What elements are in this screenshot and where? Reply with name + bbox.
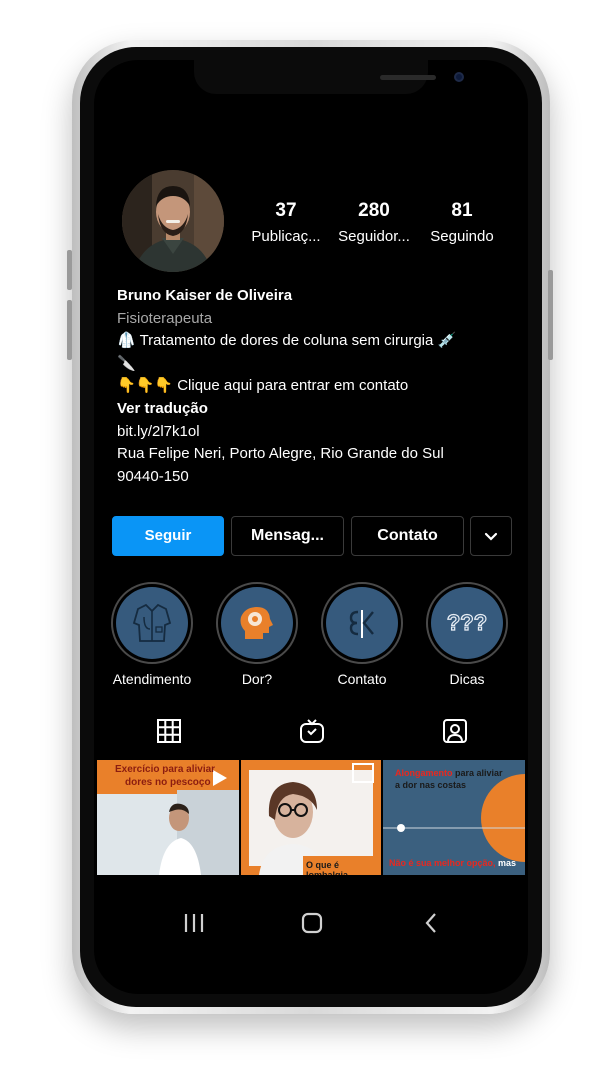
back-icon[interactable] [423, 912, 439, 934]
profile-link[interactable]: bit.ly/2l7k1ol [117, 421, 512, 444]
translate-link[interactable]: Ver tradução [117, 398, 512, 421]
screen: 37 Publicaç... 280 Seguidor... 81 Seguin… [94, 60, 528, 994]
stat-value: 81 [451, 200, 473, 221]
post-footer-highlight: Não é sua melhor opção, [389, 858, 496, 868]
highlight-ring [321, 582, 403, 664]
chevron-down-icon [484, 532, 498, 541]
highlight-contato[interactable]: Contato [307, 582, 417, 687]
contact-button[interactable]: Contato [351, 516, 464, 556]
post-title: dores no pescoço [125, 777, 211, 788]
highlight-atendimento[interactable]: Atendimento [97, 582, 207, 687]
logo-bk-icon [349, 610, 374, 638]
follow-button[interactable]: Seguir [112, 516, 224, 556]
bio-line: 👇👇👇 Clique aqui para entrar em contato [117, 377, 409, 395]
stat-value: 37 [275, 200, 297, 221]
bio-line: 🔪 [117, 354, 136, 372]
post-title: Exercício para aliviar [115, 764, 216, 775]
post-title: a dor nas costas [395, 780, 467, 790]
post-thumbnail[interactable]: Alongamento para aliviar a dor nas costa… [383, 760, 525, 875]
post-thumbnail[interactable]: Exercício para aliviar dores no pescoço [97, 760, 239, 875]
stat-label: Seguindo [430, 228, 494, 245]
svg-text:???: ??? [447, 610, 487, 635]
head-brain-icon [240, 607, 273, 639]
post-title-highlight: Alongamento [395, 768, 453, 778]
post-footer: Não é sua melhor opção, mas [389, 858, 516, 868]
volume-button [67, 300, 72, 360]
profile-bio: Bruno Kaiser de Oliveira Fisioterapeuta … [117, 285, 512, 488]
avatar[interactable] [122, 170, 224, 272]
post-footer-rest: mas [495, 858, 517, 868]
camera-icon [454, 72, 464, 82]
stat-posts[interactable]: 37 Publicaç... [244, 200, 328, 245]
lab-coat-icon [132, 603, 172, 642]
grid-icon[interactable] [156, 718, 182, 744]
highlight-ring [111, 582, 193, 664]
speaker [380, 75, 436, 80]
stat-followers[interactable]: 280 Seguidor... [332, 200, 416, 245]
volume-button [67, 250, 72, 290]
profile-category: Fisioterapeuta [117, 309, 213, 327]
stat-value: 280 [358, 200, 390, 221]
stat-following[interactable]: 81 Seguindo [420, 200, 504, 245]
power-button [548, 270, 553, 360]
question-marks-icon: ??? [446, 609, 488, 635]
highlight-label: Contato [337, 671, 387, 687]
post-title: Alongamento para aliviar [395, 768, 503, 778]
recent-apps-icon[interactable] [182, 912, 206, 934]
bio-line: 🥼 Tratamento de dores de coluna sem ciru… [117, 332, 457, 350]
profile-name: Bruno Kaiser de Oliveira [117, 287, 293, 304]
tagged-icon[interactable] [442, 718, 468, 744]
post-title-rest: para aliviar [452, 768, 503, 778]
stat-label: Seguidor... [338, 228, 410, 245]
address-line[interactable]: 90440-150 [117, 466, 512, 489]
profile-stats: 37 Publicaç... 280 Seguidor... 81 Seguin… [244, 200, 504, 250]
highlight-dicas[interactable]: ??? Dicas [412, 582, 522, 687]
highlight-label: Dicas [449, 671, 485, 687]
highlight-ring: ??? [426, 582, 508, 664]
post-caption: O que é lombalgia [306, 860, 349, 875]
home-icon[interactable] [301, 912, 323, 934]
highlight-ring [216, 582, 298, 664]
notch [194, 60, 464, 94]
highlight-label: Dor? [241, 671, 273, 687]
more-options-button[interactable] [470, 516, 512, 556]
post-thumbnail[interactable]: O que é lombalgia [241, 760, 381, 875]
message-button[interactable]: Mensag... [231, 516, 344, 556]
igtv-icon[interactable] [299, 718, 325, 744]
address-line[interactable]: Rua Felipe Neri, Porto Alegre, Rio Grand… [117, 443, 512, 466]
highlight-dor[interactable]: Dor? [202, 582, 312, 687]
stat-label: Publicaç... [251, 228, 321, 245]
highlight-label: Atendimento [112, 671, 192, 687]
